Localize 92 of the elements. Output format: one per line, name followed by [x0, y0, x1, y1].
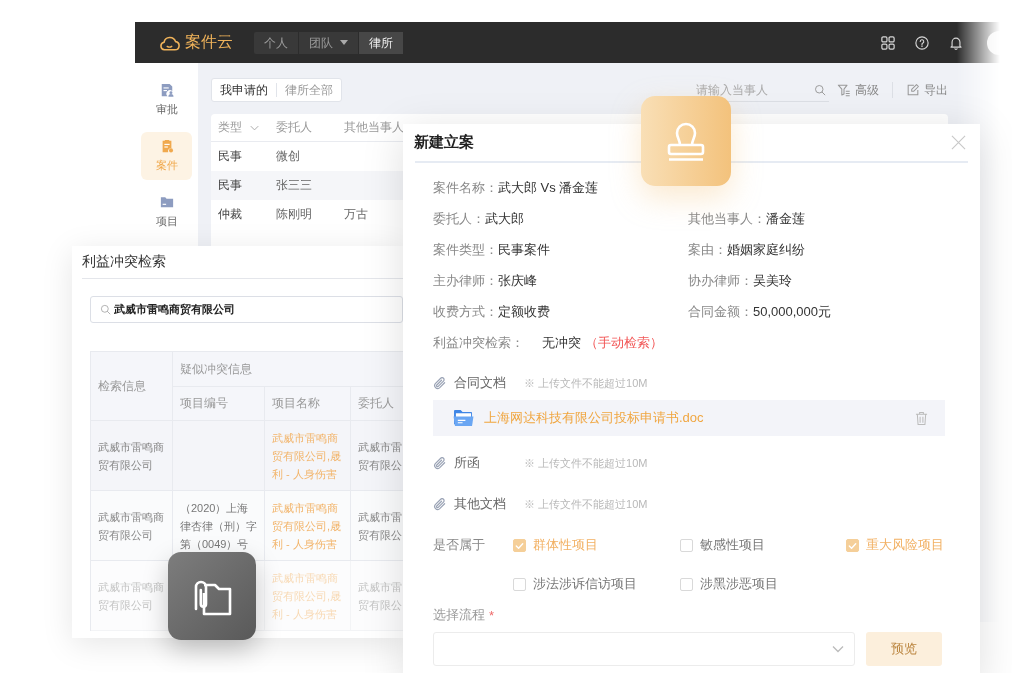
table-cell: 武威市雷鸣商 贸有限公司,晟 利 - 人身伤害 — [265, 421, 351, 491]
search-icon[interactable] — [814, 84, 826, 96]
column-header: 项目编号 — [173, 387, 265, 421]
field-value: 定额收费 — [498, 302, 550, 321]
document-icon — [159, 83, 174, 97]
manual-search-link[interactable]: （手动检索） — [585, 333, 663, 352]
checkbox[interactable] — [513, 577, 526, 591]
checkbox[interactable] — [846, 538, 859, 552]
upload-hint: ※ 上传文件不能超过10M — [524, 496, 648, 512]
field-label: 主办律师： — [433, 271, 498, 290]
close-icon[interactable] — [951, 135, 966, 150]
sidebar-item[interactable]: 审批 — [141, 76, 192, 124]
search-icon — [100, 304, 111, 315]
table-cell: 仲裁 — [218, 206, 242, 223]
paperclip-icon[interactable] — [433, 376, 446, 390]
field-label: 利益冲突检索： — [433, 333, 524, 352]
field-label: 收费方式： — [433, 302, 498, 321]
panel-title: 利益冲突检索 — [82, 246, 403, 279]
chevron-down-icon[interactable] — [250, 124, 259, 131]
table-cell: 武威市雷 贸有限公 — [351, 421, 403, 491]
field-value: 张庆峰 — [498, 271, 537, 290]
brand-name: 案件云 — [185, 32, 233, 52]
checkbox-option[interactable]: 涉法涉诉信访项目 — [513, 572, 637, 596]
field-label: 案件名称： — [433, 178, 498, 197]
field-label: 协办律师： — [688, 271, 753, 290]
attachment-label: 其他文档 — [454, 495, 507, 513]
upload-hint: ※ 上传文件不能超过10M — [524, 455, 648, 471]
filter-icon — [837, 83, 851, 97]
filter-tab[interactable]: 律所全部 — [276, 83, 341, 97]
field-value: 武大郎 — [485, 209, 524, 228]
table-cell: 微创 — [276, 148, 300, 165]
dialog-title: 新建立案 — [414, 133, 474, 152]
field-label: 选择流程 * — [433, 606, 495, 625]
table-cell: 万古 — [344, 206, 368, 223]
nav-tab[interactable]: 个人 — [254, 31, 298, 54]
folder-icon — [159, 195, 174, 209]
field-value: 武大郎 Vs 潘金莲 — [498, 178, 599, 197]
folder-icon — [453, 409, 474, 427]
dropdown-field[interactable] — [433, 632, 855, 666]
table-cell: 武威市雷 贸有限公 — [351, 491, 403, 561]
attachment-label: 所函 — [454, 454, 481, 472]
field-value: 50,000,000元 — [753, 302, 832, 321]
sidebar-item[interactable]: 项目 — [141, 188, 192, 236]
table-cell: 民事 — [218, 148, 242, 165]
field-value: 无冲突 — [542, 333, 581, 352]
paperclip-icon[interactable] — [433, 497, 446, 511]
export-button[interactable]: 导出 — [906, 81, 948, 99]
filter-tab[interactable]: 我申请的 — [212, 83, 276, 97]
table-cell: 武威市雷鸣商 贸有限公司,晟 利 - 人身伤害 — [265, 491, 351, 561]
field-value: 民事案件 — [498, 240, 550, 259]
bell-icon[interactable] — [949, 35, 963, 50]
field-label: 案件类型： — [433, 240, 498, 259]
upload-hint: ※ 上传文件不能超过10M — [524, 375, 648, 391]
search-field[interactable]: 武威市雷鸣商贸有限公司 — [90, 296, 403, 323]
checkbox-option[interactable]: 涉黑涉恶项目 — [680, 572, 778, 596]
table-cell: 陈刚明 — [276, 206, 312, 223]
field-value: 潘金莲 — [766, 209, 805, 228]
chevron-down-icon — [832, 645, 844, 653]
field-label: 其他当事人： — [688, 209, 766, 228]
column-header: 疑似冲突信息 — [173, 352, 403, 387]
export-icon — [906, 83, 920, 97]
table-cell: （2020）上海 律杏律（刑）字 第（0049）号 — [173, 491, 265, 561]
checkbox-option[interactable]: 敏感性项目 — [680, 533, 765, 557]
help-icon[interactable] — [915, 35, 929, 50]
checkbox[interactable] — [680, 577, 693, 591]
field-value: 婚姻家庭纠纷 — [727, 240, 805, 259]
column-header[interactable]: 类型 — [218, 119, 259, 136]
filter-button[interactable]: 高级 — [837, 81, 879, 99]
table-cell: 武威市雷鸣商 贸有限公司,晟 利 - 人身伤害 — [265, 561, 351, 631]
field-label: 是否属于 — [433, 536, 486, 554]
field-value: 吴美玲 — [753, 271, 792, 290]
field-label: 合同金额： — [688, 302, 753, 321]
table-cell: 张三三 — [276, 177, 312, 194]
column-header: 委托人 — [351, 387, 403, 421]
table-cell: 民事 — [218, 177, 242, 194]
attachment-label: 合同文档 — [454, 374, 507, 392]
field-label: 委托人： — [433, 209, 485, 228]
column-header[interactable]: 其他当事人 — [344, 119, 404, 136]
paperclip-icon[interactable] — [433, 456, 446, 470]
column-header[interactable]: 委托人 — [276, 119, 312, 136]
search-field[interactable]: 请输入当事人 — [696, 78, 829, 102]
table-cell: 武威市雷鸣商 贸有限公司 — [91, 491, 173, 561]
preview-button[interactable]: 预览 — [866, 632, 942, 666]
table-cell: 武威市雷鸣商 贸有限公司 — [91, 421, 173, 491]
nav-tab[interactable]: 律所 — [358, 31, 403, 54]
field-label: 案由： — [688, 240, 727, 259]
grid-icon[interactable] — [881, 35, 895, 50]
column-header: 检索信息 — [91, 352, 173, 421]
column-header: 项目名称 — [265, 387, 351, 421]
checkbox[interactable] — [680, 538, 693, 552]
checkbox[interactable] — [513, 538, 526, 552]
trash-icon[interactable] — [915, 410, 928, 426]
